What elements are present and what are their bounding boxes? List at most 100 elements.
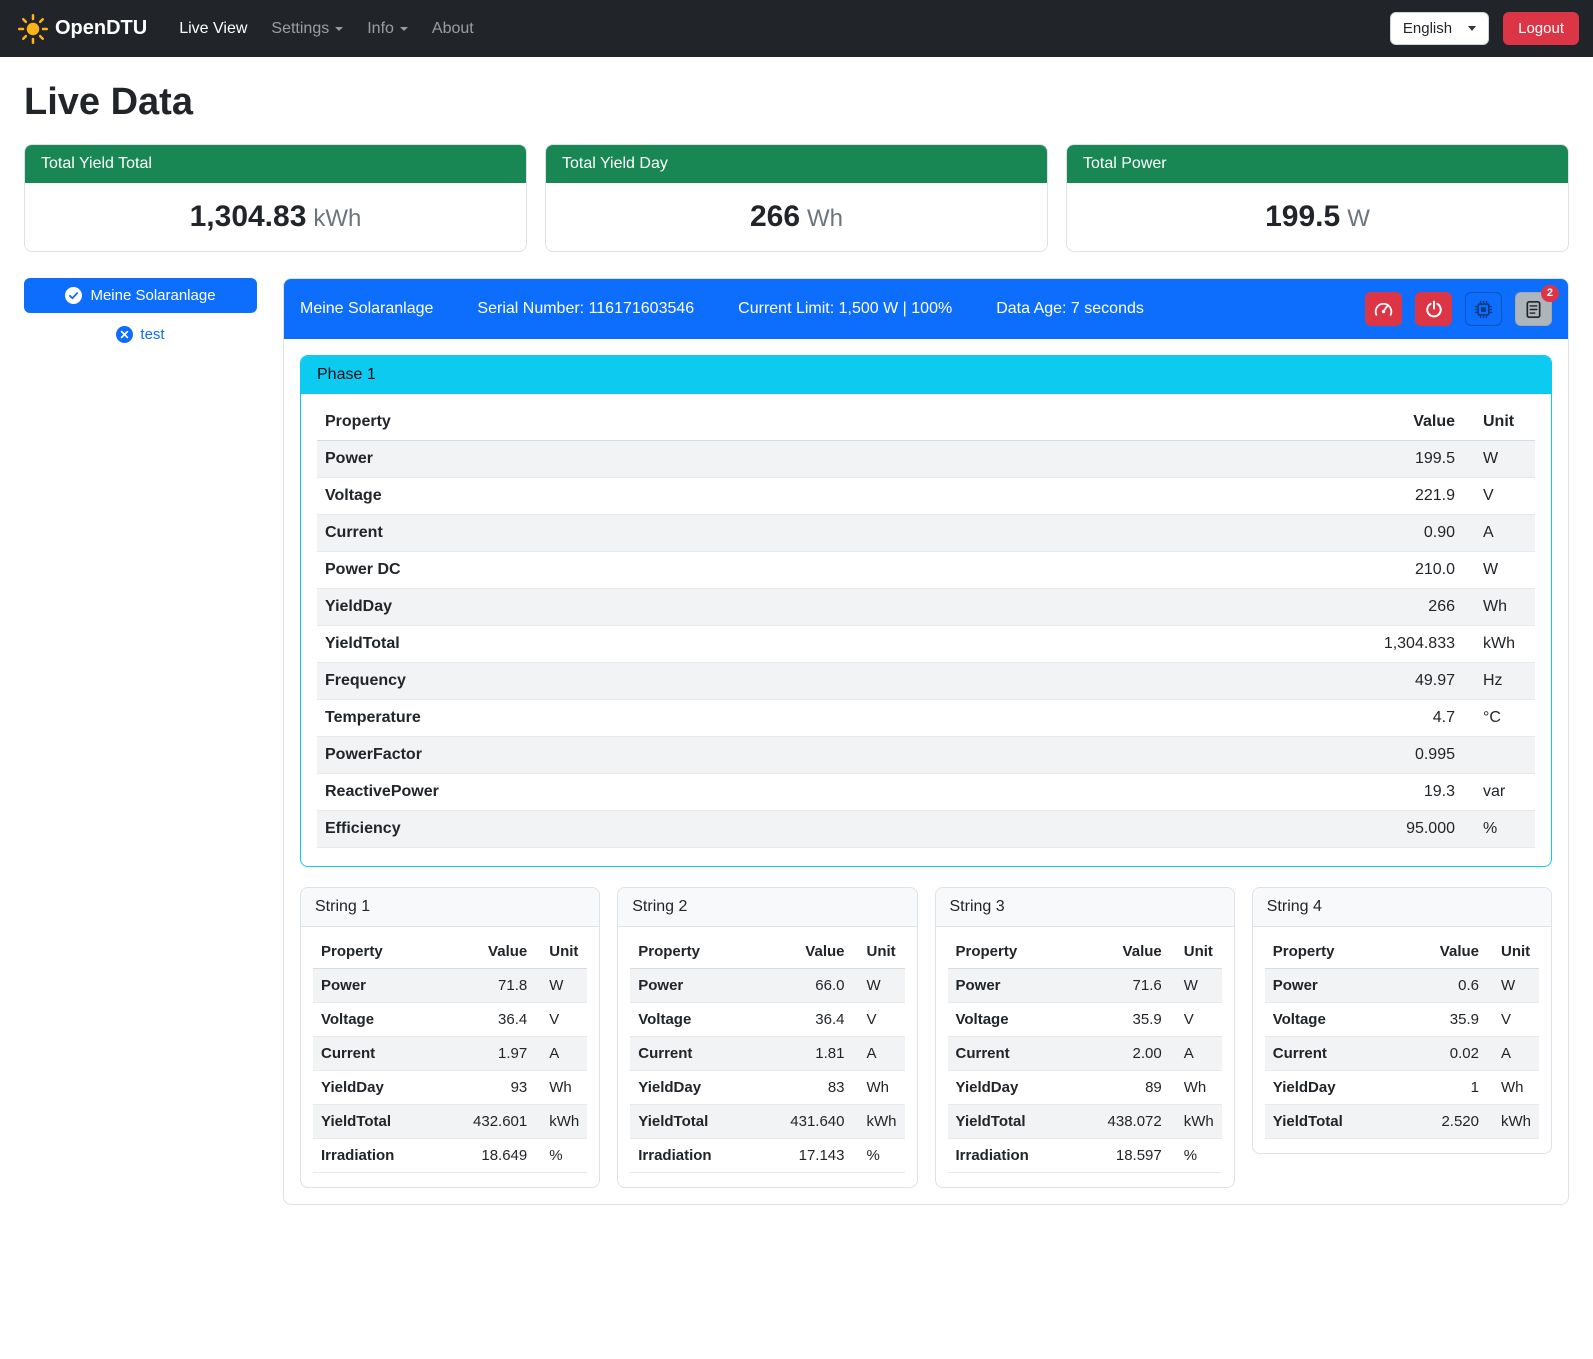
inverter-panel: Meine Solaranlage Serial Number: 1161716…: [283, 278, 1569, 1205]
nav-item-info[interactable]: Info: [355, 12, 420, 46]
table-header-row: Property Value Unit: [948, 935, 1222, 969]
column-header-value: Value: [1400, 935, 1487, 969]
table-row: Current1.97A: [313, 1037, 587, 1071]
inverter-panel-header: Meine Solaranlage Serial Number: 1161716…: [284, 279, 1568, 339]
property-cell: PowerFactor: [317, 737, 1003, 774]
card-body: 1,304.83kWh: [25, 183, 526, 251]
top-navbar: OpenDTU Live View Settings Info About En…: [0, 0, 1593, 57]
unit-cell: A: [535, 1037, 587, 1071]
value-cell: 35.9: [1072, 1003, 1170, 1037]
logout-button[interactable]: Logout: [1503, 12, 1579, 45]
unit-cell: A: [1487, 1037, 1539, 1071]
table-row: Current1.81A: [630, 1037, 904, 1071]
property-cell: YieldTotal: [313, 1105, 437, 1139]
table-row: Power66.0W: [630, 969, 904, 1003]
value-cell: 1: [1400, 1071, 1487, 1105]
event-log-button[interactable]: 2: [1515, 292, 1552, 326]
unit-cell: V: [1487, 1003, 1539, 1037]
column-header-unit: Unit: [1463, 404, 1535, 441]
sidebar-item-test[interactable]: test: [24, 326, 257, 343]
table-header-row: Property Value Unit: [313, 935, 587, 969]
value-cell: 4.7: [1003, 700, 1463, 737]
column-header-unit: Unit: [535, 935, 587, 969]
property-cell: Frequency: [317, 663, 1003, 700]
card-unit: Wh: [807, 205, 843, 232]
table-header-row: Property Value Unit: [1265, 935, 1539, 969]
column-header-property: Property: [317, 404, 1003, 441]
nav-item-settings[interactable]: Settings: [259, 12, 355, 46]
summary-cards: Total Yield Total 1,304.83kWh Total Yiel…: [24, 144, 1569, 252]
property-cell: ReactivePower: [317, 774, 1003, 811]
string-3-card: String 3 Property Value Unit: [935, 887, 1235, 1188]
table-row: Current0.90A: [317, 515, 1535, 552]
device-info-button[interactable]: [1465, 292, 1502, 326]
value-cell: 89: [1072, 1071, 1170, 1105]
column-header-property: Property: [948, 935, 1072, 969]
nav-item-about[interactable]: About: [420, 12, 486, 46]
unit-cell: W: [1463, 552, 1535, 589]
unit-cell: A: [1463, 515, 1535, 552]
main-row: Meine Solaranlage test Meine Solaranlage…: [24, 278, 1569, 1205]
property-cell: Power: [948, 969, 1072, 1003]
table-row: YieldTotal1,304.833kWh: [317, 626, 1535, 663]
table-row: Temperature4.7°C: [317, 700, 1535, 737]
cpu-icon: [1474, 300, 1493, 319]
sun-logo-icon: [18, 14, 48, 44]
page-title: Live Data: [24, 81, 1569, 124]
unit-cell: %: [1170, 1139, 1222, 1173]
value-cell: 17.143: [755, 1139, 853, 1173]
property-cell: Voltage: [1265, 1003, 1400, 1037]
string-body: Property Value Unit Power71.8WVoltage36.…: [301, 927, 599, 1187]
string-body: Property Value Unit Power0.6WVoltage35.9…: [1253, 927, 1551, 1153]
language-select[interactable]: English: [1390, 12, 1489, 45]
unit-cell: %: [1463, 811, 1535, 848]
unit-cell: A: [1170, 1037, 1222, 1071]
column-header-property: Property: [630, 935, 754, 969]
phase-title: Phase 1: [301, 356, 1551, 394]
property-cell: YieldTotal: [317, 626, 1003, 663]
limit-settings-button[interactable]: [1365, 292, 1402, 326]
column-header-property: Property: [1265, 935, 1400, 969]
card-value: 266: [750, 200, 800, 233]
card-unit: kWh: [313, 205, 361, 232]
table-header-row: Property Value Unit: [630, 935, 904, 969]
column-header-value: Value: [437, 935, 535, 969]
property-cell: Voltage: [630, 1003, 754, 1037]
sidebar-item-meine-solaranlage[interactable]: Meine Solaranlage: [24, 278, 257, 313]
string-2-card: String 2 Property Value Unit: [617, 887, 917, 1188]
table-row: YieldTotal438.072kWh: [948, 1105, 1222, 1139]
property-cell: YieldTotal: [1265, 1105, 1400, 1139]
string-1-table: Property Value Unit Power71.8WVoltage36.…: [313, 935, 587, 1173]
value-cell: 36.4: [437, 1003, 535, 1037]
table-row: Irradiation18.597%: [948, 1139, 1222, 1173]
value-cell: 438.072: [1072, 1105, 1170, 1139]
chevron-down-icon: [400, 27, 408, 31]
nav-item-live-view[interactable]: Live View: [167, 12, 259, 46]
string-title: String 1: [301, 888, 599, 927]
value-cell: 1,304.833: [1003, 626, 1463, 663]
property-cell: YieldDay: [313, 1071, 437, 1105]
nav-item-label: Settings: [271, 20, 329, 38]
property-cell: Irradiation: [313, 1139, 437, 1173]
column-header-unit: Unit: [1170, 935, 1222, 969]
sidebar-item-label: Meine Solaranlage: [90, 287, 215, 304]
unit-cell: W: [853, 969, 905, 1003]
brand-label: OpenDTU: [55, 17, 147, 40]
phase-body: Property Value Unit Power199.5WVoltage22…: [301, 394, 1551, 866]
power-toggle-button[interactable]: [1415, 292, 1452, 326]
table-row: Power0.6W: [1265, 969, 1539, 1003]
property-cell: Temperature: [317, 700, 1003, 737]
brand[interactable]: OpenDTU: [18, 14, 147, 44]
value-cell: 199.5: [1003, 441, 1463, 478]
value-cell: 71.8: [437, 969, 535, 1003]
gauge-icon: [1374, 300, 1393, 319]
value-cell: 0.995: [1003, 737, 1463, 774]
card-title: Total Yield Total: [25, 145, 526, 183]
value-cell: 2.00: [1072, 1037, 1170, 1071]
unit-cell: %: [535, 1139, 587, 1173]
table-row: Efficiency95.000%: [317, 811, 1535, 848]
card-title: Total Power: [1067, 145, 1568, 183]
table-row: YieldTotal432.601kWh: [313, 1105, 587, 1139]
card-body: 266 Wh: [546, 183, 1047, 251]
chevron-down-icon: [335, 27, 343, 31]
